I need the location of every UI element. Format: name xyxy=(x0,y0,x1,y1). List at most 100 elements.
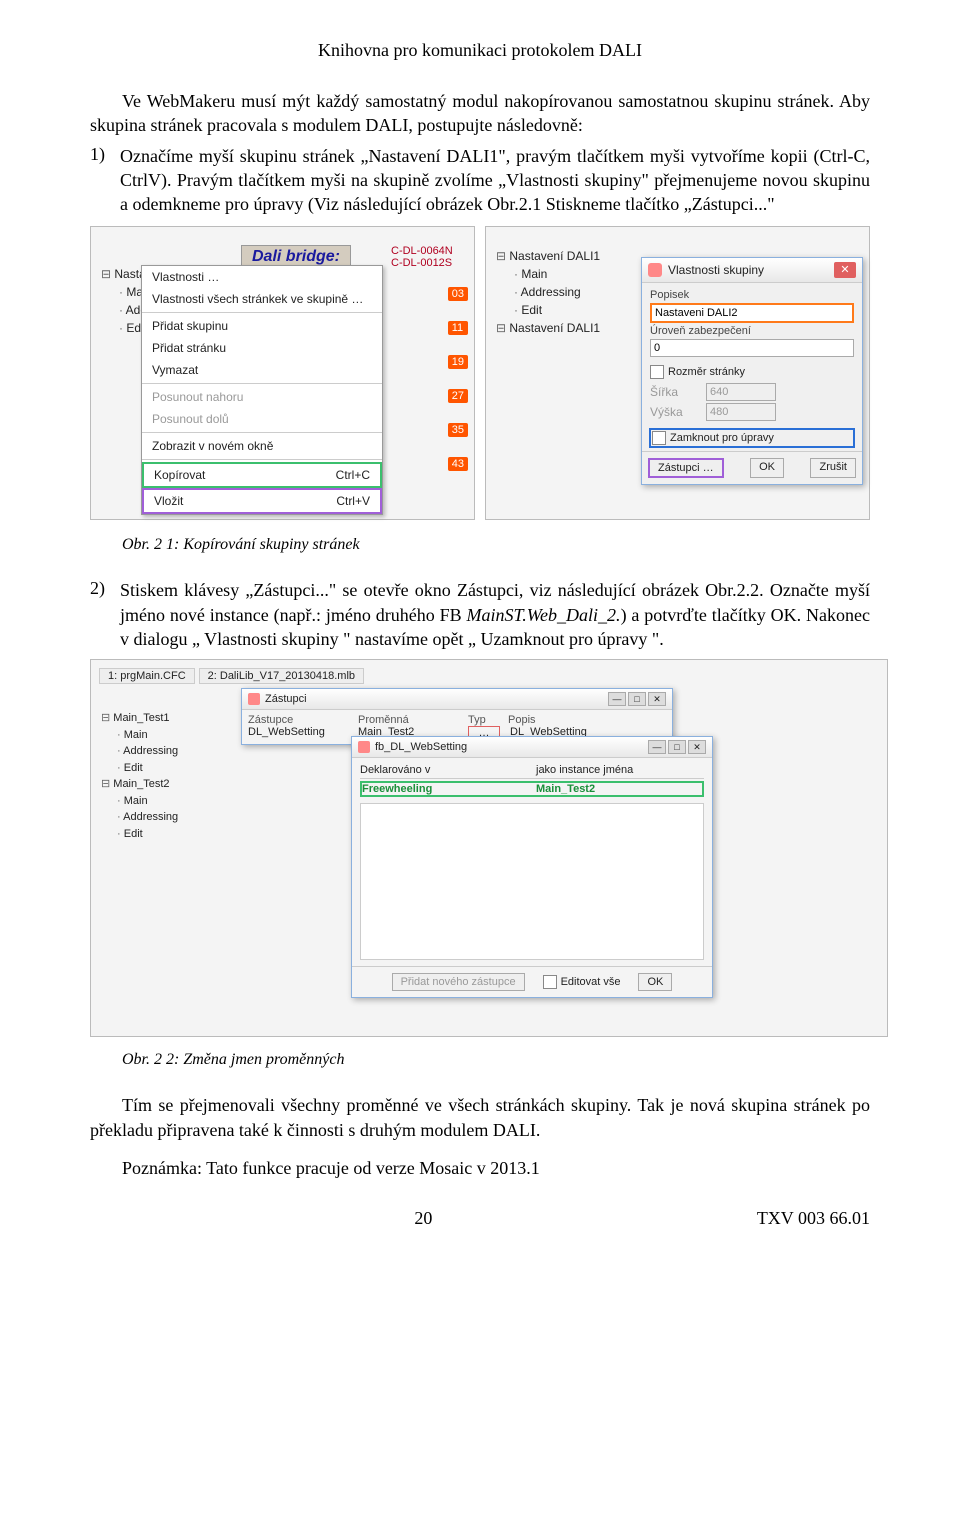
dialog-title: fb_DL_WebSetting xyxy=(375,741,467,753)
figure-2: 1: prgMain.CFC 2: DaliLib_V17_20130418.m… xyxy=(90,659,888,1037)
edit-all-label: Editovat vše xyxy=(561,976,621,988)
close-icon[interactable]: ✕ xyxy=(834,262,856,278)
figure-1-caption: Obr. 2 1: Kopírování skupiny stránek xyxy=(122,536,870,554)
tree-leaf[interactable]: Addressing xyxy=(101,743,221,760)
sirka-label: Šířka xyxy=(650,385,700,399)
ok-button[interactable]: OK xyxy=(638,973,672,991)
app-icon xyxy=(648,263,662,277)
shortcut-label: Ctrl+C xyxy=(336,468,370,482)
tab[interactable]: 2: DaliLib_V17_20130418.mlb xyxy=(199,668,364,684)
popisek-label: Popisek xyxy=(650,289,854,301)
menu-paste[interactable]: Vložit Ctrl+V xyxy=(142,488,382,514)
list-num-2: 2) xyxy=(90,578,120,651)
rozmer-label: Rozměr stránky xyxy=(668,366,745,378)
paragraph-note: Poznámka: Tato funkce pracuje od verze M… xyxy=(90,1156,870,1180)
tree-leaf[interactable]: Main xyxy=(101,727,221,744)
rozmer-checkbox[interactable] xyxy=(650,365,664,379)
dialog-titlebar: fb_DL_WebSetting —□✕ xyxy=(352,737,712,758)
figure-1-left: Dali bridge: C-DL-0064N C-DL-0012S Nasta… xyxy=(90,226,475,520)
selected-row[interactable]: Freewheeling Main_Test2 xyxy=(360,781,704,797)
page-footer: 20 TXV 003 66.01 xyxy=(90,1208,870,1229)
tree-leaf[interactable]: Edit xyxy=(101,760,221,777)
popisek-input[interactable] xyxy=(650,303,854,323)
shortcut-label: Ctrl+V xyxy=(336,494,370,508)
col-header: jako instance jména xyxy=(536,764,704,776)
tree-leaf[interactable]: Addressing xyxy=(496,283,600,301)
uroven-label: Úroveň zabezpečení xyxy=(650,325,854,337)
list-area xyxy=(360,803,704,960)
menu-move-up: Posunout nahoru xyxy=(142,386,382,408)
badge: 11 xyxy=(448,321,468,335)
app-icon xyxy=(248,693,260,705)
badge: 03 xyxy=(448,287,468,301)
properties-dialog: Vlastnosti skupiny ✕ Popisek Úroveň zabe… xyxy=(641,257,863,485)
cell: Main_Test2 xyxy=(536,783,702,795)
tree-leaf[interactable]: Addressing xyxy=(101,809,221,826)
tree-fig2: Main_Test1 Main Addressing Edit Main_Tes… xyxy=(101,710,221,842)
tree-leaf[interactable]: Main xyxy=(101,793,221,810)
context-menu: Vlastnosti … Vlastnosti všech stránkek v… xyxy=(141,265,383,515)
vyska-label: Výška xyxy=(650,405,700,419)
vyska-input xyxy=(706,403,776,421)
editor-tabs: 1: prgMain.CFC 2: DaliLib_V17_20130418.m… xyxy=(99,668,879,684)
code-line-1: C-DL-0064N xyxy=(391,245,453,257)
app-icon xyxy=(358,741,370,753)
list-text-2: Stiskem klávesy „Zástupci..." se otevře … xyxy=(120,578,870,651)
list-item-1: 1) Označíme myší skupinu stránek „Nastav… xyxy=(90,144,870,217)
dialog-title: Vlastnosti skupiny xyxy=(668,263,764,277)
badge: 43 xyxy=(448,457,468,471)
page-header: Knihovna pro komunikaci protokolem DALI xyxy=(90,40,870,61)
tree-leaf[interactable]: Edit xyxy=(101,826,221,843)
fb-dialog: fb_DL_WebSetting —□✕ Deklarováno v jako … xyxy=(351,736,713,998)
col-header: Proměnná xyxy=(358,714,458,726)
doc-id: TXV 003 66.01 xyxy=(757,1208,870,1229)
menu-copy[interactable]: Kopírovat Ctrl+C xyxy=(142,462,382,488)
tree-leaf[interactable]: Main xyxy=(496,265,600,283)
tree-root[interactable]: Main_Test2 xyxy=(101,776,221,793)
list-item-2: 2) Stiskem klávesy „Zástupci..." se otev… xyxy=(90,578,870,651)
ok-button[interactable]: OK xyxy=(750,458,784,478)
menu-move-down: Posunout dolů xyxy=(142,408,382,430)
tree-right: Nastavení DALI1 Main Addressing Edit Nas… xyxy=(490,243,606,341)
paragraph-intro: Ve WebMakeru musí mýt každý samostatný m… xyxy=(90,89,870,138)
page-number: 20 xyxy=(414,1208,432,1229)
zastupci-button[interactable]: Zástupci … xyxy=(648,458,724,478)
menu-delete[interactable]: Vymazat xyxy=(142,359,382,381)
zamknout-checkbox[interactable] xyxy=(652,431,666,445)
window-controls[interactable]: —□✕ xyxy=(608,692,666,706)
menu-add-page[interactable]: Přidat stránku xyxy=(142,337,382,359)
menu-properties-all[interactable]: Vlastnosti všech stránkek ve skupině … xyxy=(142,288,382,310)
uroven-input[interactable] xyxy=(650,339,854,357)
sirka-input xyxy=(706,383,776,401)
badge: 19 xyxy=(448,355,468,369)
col-header: Deklarováno v xyxy=(360,764,528,776)
edit-all-checkbox[interactable] xyxy=(543,975,557,989)
menu-open-window[interactable]: Zobrazit v novém okně xyxy=(142,435,382,457)
tab[interactable]: 1: prgMain.CFC xyxy=(99,668,195,684)
list-num-1: 1) xyxy=(90,144,120,217)
zamknout-label: Zamknout pro úpravy xyxy=(670,432,774,444)
tree-root[interactable]: Nastavení DALI1 xyxy=(496,247,600,265)
col-header: Popis xyxy=(508,714,608,726)
dialog-titlebar: Vlastnosti skupiny ✕ xyxy=(642,258,862,283)
side-numbers: 03 11 19 27 35 43 xyxy=(448,287,468,471)
cancel-button[interactable]: Zrušit xyxy=(810,458,856,478)
tree-root[interactable]: Main_Test1 xyxy=(101,710,221,727)
list-text-1: Označíme myší skupinu stránek „Nastavení… xyxy=(120,144,870,217)
menu-add-group[interactable]: Přidat skupinu xyxy=(142,315,382,337)
tree-root[interactable]: Nastavení DALI1 xyxy=(496,319,600,337)
figure-1-right: Nastavení DALI1 Main Addressing Edit Nas… xyxy=(485,226,870,520)
dialog-titlebar: Zástupci —□✕ xyxy=(242,689,672,710)
menu-properties[interactable]: Vlastnosti … xyxy=(142,266,382,288)
dialog-title: Zástupci xyxy=(265,693,307,705)
tree-leaf[interactable]: Edit xyxy=(496,301,600,319)
code-line-2: C-DL-0012S xyxy=(391,257,453,269)
col-header: Typ xyxy=(468,714,498,726)
badge: 35 xyxy=(448,423,468,437)
window-controls[interactable]: —□✕ xyxy=(648,740,706,754)
paragraph-3: Tím se přejmenovali všechny proměnné ve … xyxy=(90,1093,870,1142)
figure-1: Dali bridge: C-DL-0064N C-DL-0012S Nasta… xyxy=(90,226,870,520)
col-header: Zástupce xyxy=(248,714,348,726)
cell: DL_WebSetting xyxy=(248,726,348,740)
cell: Freewheeling xyxy=(362,783,528,795)
